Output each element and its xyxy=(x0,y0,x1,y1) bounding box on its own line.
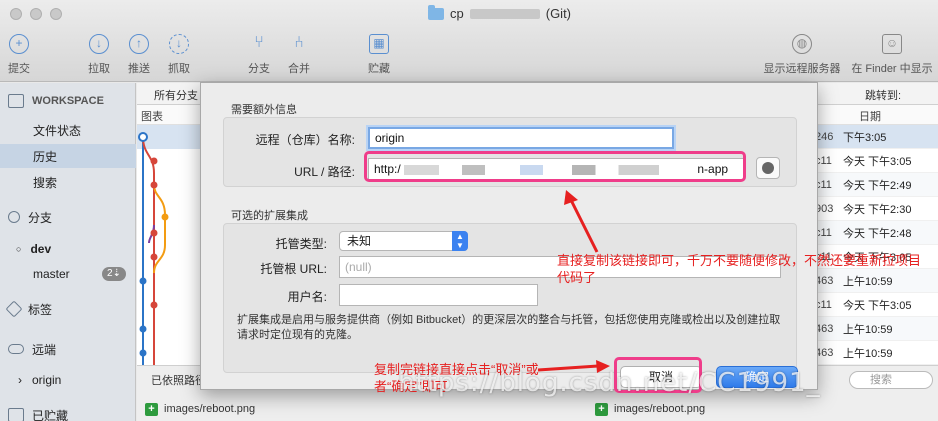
annotation-copy-link: 直接复制该链接即可，千万不要随便修改，不然还要重新拉项目代码了 xyxy=(557,253,922,285)
watermark: https://blog.csdn.net/CC1991_ xyxy=(398,368,821,398)
annotation-arrow-line xyxy=(568,197,599,253)
annotation-arrows xyxy=(537,190,610,373)
